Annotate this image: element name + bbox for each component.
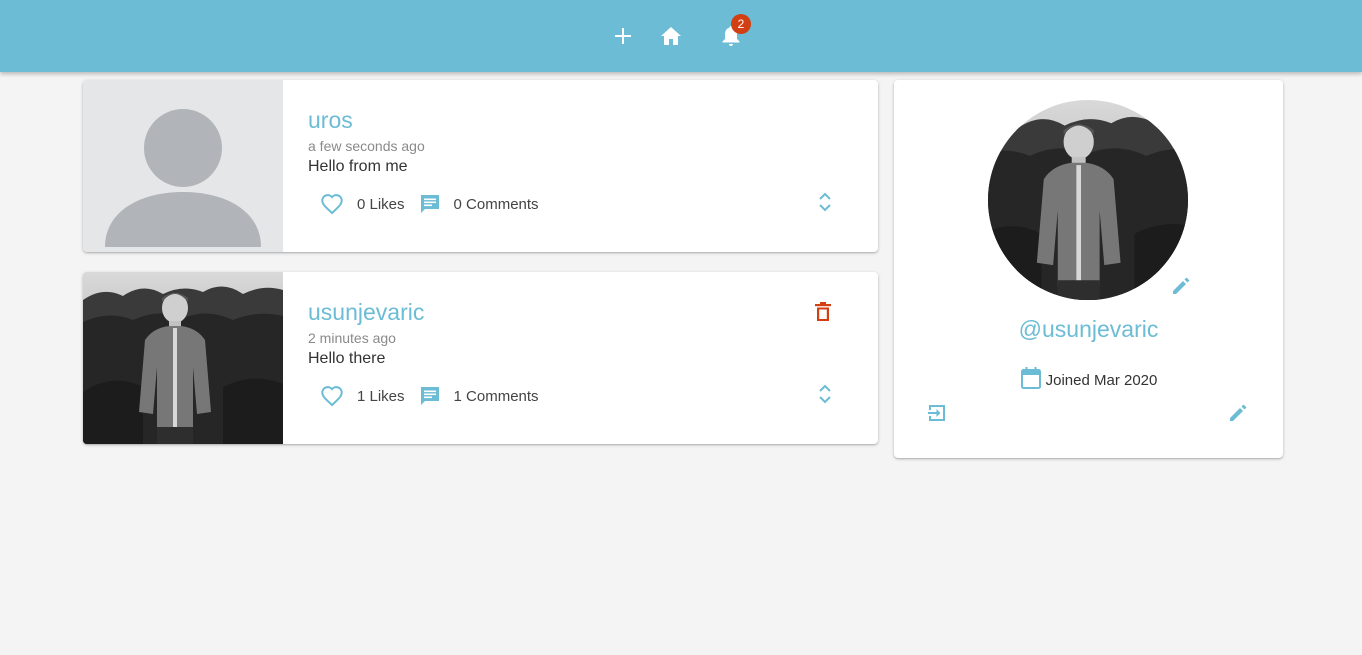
logout-button[interactable] <box>926 402 950 426</box>
comments-count: 0 Comments <box>453 195 539 213</box>
joined-text: Joined Mar 2020 <box>1045 372 1158 389</box>
comment-icon[interactable] <box>419 193 441 215</box>
heart-icon[interactable] <box>320 385 344 407</box>
pencil-icon <box>1170 277 1192 301</box>
plus-icon <box>614 27 632 45</box>
edit-photo-button[interactable] <box>1170 275 1194 299</box>
home-button[interactable] <box>657 22 685 50</box>
post-body: uros a few seconds ago Hello from me 0 L… <box>308 80 878 252</box>
post-text: Hello from me <box>308 158 408 175</box>
home-icon <box>660 26 682 46</box>
pencil-icon <box>1227 404 1249 428</box>
post-card: usunjevaric 2 minutes ago Hello there 1 … <box>83 272 878 444</box>
add-post-button[interactable] <box>609 22 637 50</box>
post-actions: 0 Likes 0 Comments <box>320 192 539 216</box>
heart-icon[interactable] <box>320 193 344 215</box>
post-timestamp: a few seconds ago <box>308 138 425 154</box>
comments-count: 1 Comments <box>453 387 539 405</box>
calendar-icon <box>1020 366 1042 395</box>
profile-handle-link[interactable]: @usunjevaric <box>894 316 1283 343</box>
post-card: uros a few seconds ago Hello from me 0 L… <box>83 80 878 252</box>
expand-post-button[interactable] <box>813 192 837 216</box>
likes-count: 1 Likes <box>357 387 405 405</box>
unfold-more-icon <box>818 383 832 410</box>
profile-photo <box>988 100 1188 300</box>
notifications-button[interactable]: 2 <box>717 14 751 50</box>
comment-icon[interactable] <box>419 385 441 407</box>
post-body: usunjevaric 2 minutes ago Hello there 1 … <box>308 272 878 444</box>
profile-card: @usunjevaric Joined Mar 2020 <box>894 80 1283 458</box>
post-timestamp: 2 minutes ago <box>308 330 396 346</box>
trash-icon <box>815 301 831 327</box>
edit-profile-button[interactable] <box>1227 402 1251 426</box>
default-avatar-image <box>83 80 283 252</box>
notification-count-badge: 2 <box>731 14 751 34</box>
post-username-link[interactable]: usunjevaric <box>308 299 424 326</box>
app-bar: 2 <box>0 0 1362 72</box>
post-user-image <box>83 272 283 444</box>
post-username-link[interactable]: uros <box>308 107 353 134</box>
unfold-more-icon <box>818 191 832 218</box>
likes-count: 0 Likes <box>357 195 405 213</box>
delete-post-button[interactable] <box>811 301 835 327</box>
logout-icon <box>926 405 948 428</box>
joined-date: Joined Mar 2020 <box>894 366 1283 395</box>
expand-post-button[interactable] <box>813 384 837 408</box>
post-text: Hello there <box>308 350 386 367</box>
post-actions: 1 Likes 1 Comments <box>320 384 539 408</box>
